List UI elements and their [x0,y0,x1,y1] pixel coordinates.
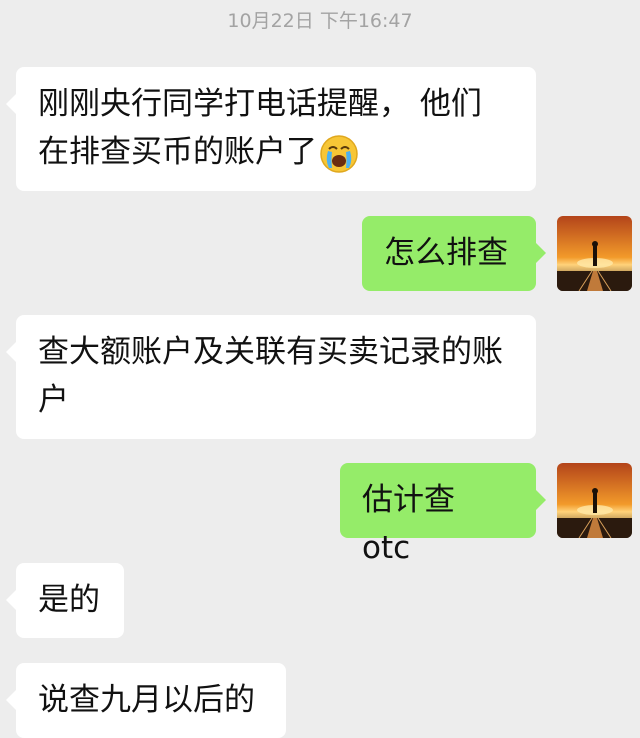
message-bubble-incoming[interactable]: 查大额账户及关联有买卖记录的账户 [6,315,536,439]
message-text: 是的 [38,582,100,618]
message-bubble-outgoing[interactable]: 估计查 otc [340,463,546,566]
avatar[interactable] [557,463,632,538]
message-bubble-incoming[interactable]: 是的 [6,563,124,638]
message-bubble-outgoing[interactable]: 怎么排查 [362,216,546,291]
message-text: 查大额账户及关联有买卖记录的账户 [38,334,503,418]
sunset-avatar-image [557,216,632,291]
message-text: 刚刚央行同学打电话提醒， 他们在排查买币的账户了 [38,86,482,170]
sunset-avatar-image [557,463,632,538]
message-text: 怎么排查 [384,235,508,271]
loudly-crying-face-icon [319,134,359,174]
message-text: 说查九月以后的 [38,682,255,718]
message-text: 估计查 otc [362,482,455,566]
message-bubble-incoming[interactable]: 刚刚央行同学打电话提醒， 他们在排查买币的账户了 [6,67,536,191]
message-bubble-incoming[interactable]: 说查九月以后的 [6,663,286,738]
timestamp: 10月22日 下午16:47 [227,10,413,32]
avatar[interactable] [557,216,632,291]
